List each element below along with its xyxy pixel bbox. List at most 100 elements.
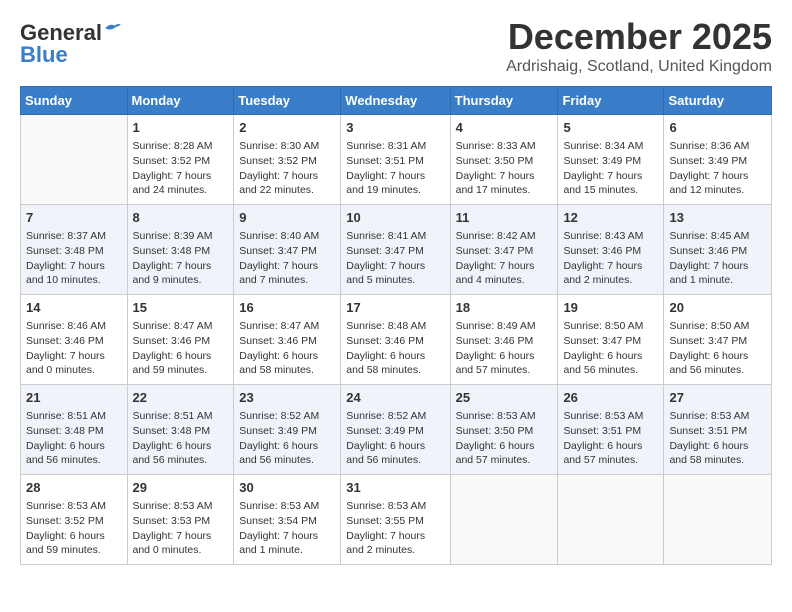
cell-line: and 57 minutes. [563, 454, 638, 466]
calendar-cell-day-24: 24Sunrise: 8:52 AMSunset: 3:49 PMDayligh… [341, 385, 450, 475]
cell-line: Sunset: 3:52 PM [239, 155, 317, 167]
calendar-cell-day-6: 6 Sunrise: 8:36 AMSunset: 3:49 PMDaylight… [664, 115, 772, 205]
cell-line: and 1 minute. [669, 274, 733, 286]
calendar-cell-day-17: 17Sunrise: 8:48 AMSunset: 3:46 PMDayligh… [341, 295, 450, 385]
cell-content: Sunrise: 8:47 AMSunset: 3:46 PMDaylight:… [133, 319, 229, 378]
cell-line: Daylight: 7 hours [456, 170, 535, 182]
cell-line: Daylight: 7 hours [456, 260, 535, 272]
calendar-cell-day-21: 21Sunrise: 8:51 AMSunset: 3:48 PMDayligh… [21, 385, 128, 475]
cell-line: and 59 minutes. [133, 364, 208, 376]
cell-line: Sunrise: 8:37 AM [26, 230, 106, 242]
cell-line: Daylight: 7 hours [133, 530, 212, 542]
calendar-cell-day-28: 28 Sunrise: 8:53 AMSunset: 3:52 PMDayligh… [21, 475, 128, 565]
cell-content: Sunrise: 8:53 AMSunset: 3:53 PMDaylight:… [133, 499, 229, 558]
cell-line: Daylight: 7 hours [26, 350, 105, 362]
cell-line: Daylight: 7 hours [239, 170, 318, 182]
day-number: 27 [669, 389, 766, 407]
cell-line: and 56 minutes. [133, 454, 208, 466]
day-number: 20 [669, 299, 766, 317]
cell-content: Sunrise: 8:36 AMSunset: 3:49 PMDaylight:… [669, 139, 766, 198]
calendar-cell-empty [21, 115, 128, 205]
title-area: December 2025 Ardrishaig, Scotland, Unit… [506, 16, 772, 76]
cell-line: Sunrise: 8:47 AM [239, 320, 319, 332]
cell-line: and 22 minutes. [239, 184, 314, 196]
cell-line: Sunrise: 8:51 AM [26, 410, 106, 422]
day-number: 5 [563, 119, 658, 137]
cell-line: Sunset: 3:46 PM [669, 245, 747, 257]
cell-line: and 15 minutes. [563, 184, 638, 196]
day-number: 11 [456, 209, 553, 227]
calendar-cell-day-15: 15Sunrise: 8:47 AMSunset: 3:46 PMDayligh… [127, 295, 234, 385]
day-number: 6 [669, 119, 766, 137]
cell-line: Sunrise: 8:49 AM [456, 320, 536, 332]
calendar-cell-empty [664, 475, 772, 565]
calendar-cell-empty [558, 475, 664, 565]
day-number: 14 [26, 299, 122, 317]
cell-line: Sunrise: 8:53 AM [563, 410, 643, 422]
calendar-cell-empty [450, 475, 558, 565]
calendar-cell-day-10: 10Sunrise: 8:41 AMSunset: 3:47 PMDayligh… [341, 205, 450, 295]
header-monday: Monday [127, 87, 234, 115]
day-number: 18 [456, 299, 553, 317]
cell-line: Sunrise: 8:46 AM [26, 320, 106, 332]
cell-line: and 5 minutes. [346, 274, 415, 286]
cell-content: Sunrise: 8:28 AMSunset: 3:52 PMDaylight:… [133, 139, 229, 198]
cell-line: and 56 minutes. [239, 454, 314, 466]
cell-line: Sunrise: 8:50 AM [563, 320, 643, 332]
cell-line: Sunset: 3:52 PM [133, 155, 211, 167]
day-number: 23 [239, 389, 335, 407]
cell-line: Daylight: 6 hours [346, 350, 425, 362]
day-number: 26 [563, 389, 658, 407]
cell-line: and 57 minutes. [456, 454, 531, 466]
cell-line: Daylight: 7 hours [239, 260, 318, 272]
cell-line: Sunrise: 8:52 AM [239, 410, 319, 422]
day-number: 10 [346, 209, 444, 227]
cell-line: Sunrise: 8:28 AM [133, 140, 213, 152]
cell-line: Daylight: 6 hours [563, 440, 642, 452]
location-subtitle: Ardrishaig, Scotland, United Kingdom [506, 58, 772, 76]
cell-content: Sunrise: 8:30 AM Sunset: 3:52 PM Daylight:… [239, 139, 335, 198]
calendar-cell-day-8: 8Sunrise: 8:39 AMSunset: 3:48 PMDaylight… [127, 205, 234, 295]
cell-line: Sunrise: 8:52 AM [346, 410, 426, 422]
calendar-cell-day-16: 16Sunrise: 8:47 AMSunset: 3:46 PMDayligh… [234, 295, 341, 385]
calendar-cell-day-18: 18Sunrise: 8:49 AMSunset: 3:46 PMDayligh… [450, 295, 558, 385]
cell-content: Sunrise: 8:51 AMSunset: 3:48 PMDaylight:… [26, 409, 122, 468]
cell-line: Sunrise: 8:30 AM [239, 140, 319, 152]
cell-content: Sunrise: 8:52 AMSunset: 3:49 PMDaylight:… [239, 409, 335, 468]
cell-line: Daylight: 7 hours [563, 170, 642, 182]
cell-line: Daylight: 6 hours [669, 440, 748, 452]
day-number: 22 [133, 389, 229, 407]
cell-content: Sunrise: 8:47 AMSunset: 3:46 PMDaylight:… [239, 319, 335, 378]
day-number: 28 [26, 479, 122, 497]
calendar-week-row: 14Sunrise: 8:46 AMSunset: 3:46 PMDayligh… [21, 295, 772, 385]
cell-line: Sunrise: 8:41 AM [346, 230, 426, 242]
cell-line: and 56 minutes. [669, 364, 744, 376]
cell-line: and 57 minutes. [456, 364, 531, 376]
calendar-cell-day-26: 26Sunrise: 8:53 AMSunset: 3:51 PMDayligh… [558, 385, 664, 475]
day-number: 17 [346, 299, 444, 317]
calendar-table: SundayMondayTuesdayWednesdayThursdayFrid… [20, 86, 772, 565]
calendar-header-row: SundayMondayTuesdayWednesdayThursdayFrid… [21, 87, 772, 115]
cell-line: Sunset: 3:48 PM [133, 425, 211, 437]
cell-line: Sunrise: 8:51 AM [133, 410, 213, 422]
cell-content: Sunrise: 8:33 AMSunset: 3:50 PMDaylight:… [456, 139, 553, 198]
cell-content: Sunrise: 8:53 AMSunset: 3:54 PMDaylight:… [239, 499, 335, 558]
cell-line: Sunrise: 8:48 AM [346, 320, 426, 332]
cell-line: Sunset: 3:50 PM [456, 155, 534, 167]
calendar-cell-day-20: 20Sunrise: 8:50 AMSunset: 3:47 PMDayligh… [664, 295, 772, 385]
cell-line: Sunset: 3:48 PM [26, 425, 104, 437]
cell-line: Sunset: 3:47 PM [669, 335, 747, 347]
cell-line: Sunset: 3:46 PM [563, 245, 641, 257]
day-number: 12 [563, 209, 658, 227]
cell-line: Sunset: 3:47 PM [239, 245, 317, 257]
cell-line: Daylight: 7 hours [346, 170, 425, 182]
day-number: 29 [133, 479, 229, 497]
cell-line: and 58 minutes. [239, 364, 314, 376]
day-number: 9 [239, 209, 335, 227]
cell-line: and 17 minutes. [456, 184, 531, 196]
cell-content: Sunrise: 8:51 AMSunset: 3:48 PMDaylight:… [133, 409, 229, 468]
cell-content: Sunrise: 8:53 AMSunset: 3:55 PMDaylight:… [346, 499, 444, 558]
cell-content: Sunrise: 8:53 AMSunset: 3:52 PMDaylight:… [26, 499, 122, 558]
cell-line: and 1 minute. [239, 544, 303, 556]
calendar-week-row: 7Sunrise: 8:37 AMSunset: 3:48 PMDaylight… [21, 205, 772, 295]
